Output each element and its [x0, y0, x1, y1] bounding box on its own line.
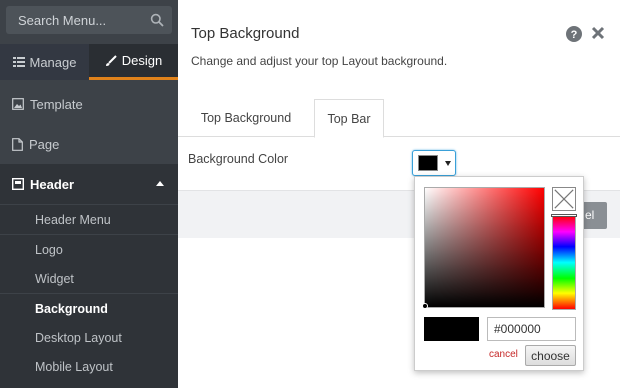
- sidebar: Manage Design Template Page Header: [0, 0, 178, 388]
- svg-text:?: ?: [571, 29, 578, 41]
- tab-design-label: Design: [121, 53, 163, 68]
- panel-description: Change and adjust your top Layout backgr…: [191, 54, 448, 68]
- choose-button[interactable]: choose: [525, 345, 576, 366]
- sidebar-subitem-widget[interactable]: Widget: [0, 264, 178, 293]
- tab-design[interactable]: Design: [89, 44, 178, 80]
- sidebar-subitem-background[interactable]: Background: [0, 294, 178, 323]
- help-icon[interactable]: ?: [566, 26, 582, 42]
- subitem-label: Header Menu: [35, 212, 111, 227]
- background-color-label: Background Color: [188, 152, 289, 166]
- tab-label: Top Bar: [327, 111, 371, 126]
- saturation-value-area[interactable]: [422, 187, 545, 309]
- sidebar-item-label: Header: [30, 176, 75, 192]
- saturation-handle[interactable]: [422, 303, 428, 309]
- subitem-label: Background: [35, 301, 108, 316]
- sidebar-subitem-mobile-layout[interactable]: Mobile Layout: [0, 352, 178, 381]
- sidebar-subitem-fill: [0, 381, 178, 388]
- sidebar-item-page[interactable]: Page: [0, 124, 178, 164]
- sidebar-item-label: Template: [30, 96, 83, 112]
- sidebar-item-label: Page: [29, 136, 60, 152]
- tab-label: Top Background: [200, 111, 292, 125]
- color-picker-popup: cancel choose: [414, 176, 584, 371]
- panel-tabs: Top Background Top Bar: [178, 99, 620, 138]
- sidebar-subitem-logo[interactable]: Logo: [0, 235, 178, 264]
- chevron-down-icon: [445, 161, 451, 166]
- sidebar-item-template[interactable]: Template: [0, 84, 178, 124]
- tab-top-bar[interactable]: Top Bar: [314, 99, 384, 138]
- brush-icon: [105, 54, 117, 66]
- color-swatch: [418, 155, 438, 171]
- sidebar-tabs: Manage Design: [0, 44, 178, 80]
- tab-manage-label: Manage: [29, 54, 77, 70]
- tab-manage[interactable]: Manage: [0, 44, 89, 80]
- picker-cancel-link[interactable]: cancel: [489, 349, 518, 360]
- subitem-label: Logo: [35, 242, 63, 257]
- subitem-label: Desktop Layout: [35, 330, 122, 345]
- subitem-label: Mobile Layout: [35, 359, 113, 374]
- chevron-up-icon: [156, 181, 164, 186]
- search-icon[interactable]: [150, 13, 164, 27]
- close-icon[interactable]: [591, 26, 605, 40]
- list-icon: [12, 57, 25, 67]
- subitem-label: Widget: [35, 271, 74, 286]
- image-icon: [12, 98, 24, 110]
- hidden-button-label: el: [585, 208, 595, 222]
- hue-slider[interactable]: [551, 214, 577, 310]
- file-icon: [12, 137, 23, 151]
- header-icon: [12, 178, 24, 190]
- no-color-icon[interactable]: [552, 187, 576, 211]
- sidebar-item-header[interactable]: Header: [0, 164, 178, 204]
- color-picker-trigger[interactable]: [412, 150, 456, 176]
- hue-handle[interactable]: [551, 214, 577, 217]
- search-box: [6, 6, 172, 34]
- color-preview: [424, 317, 479, 341]
- sidebar-subitem-header-menu[interactable]: Header Menu: [0, 205, 178, 234]
- hex-input[interactable]: [487, 317, 576, 341]
- panel-title: Top Background: [191, 25, 300, 42]
- search-input[interactable]: [6, 6, 146, 34]
- tab-top-background[interactable]: Top Background: [190, 99, 302, 137]
- sidebar-subitem-desktop-layout[interactable]: Desktop Layout: [0, 323, 178, 352]
